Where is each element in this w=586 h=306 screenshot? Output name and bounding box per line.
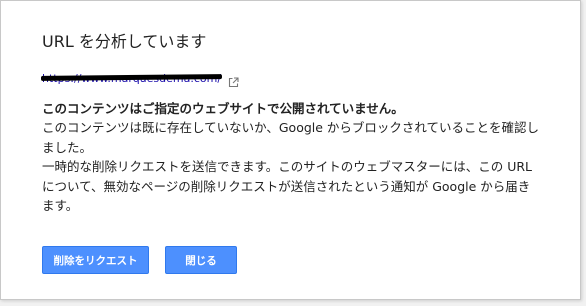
status-heading: このコンテンツはご指定のウェブサイトで公開されていません。 [42, 101, 404, 116]
request-removal-button[interactable]: 削除をリクエスト [42, 246, 149, 274]
status-paragraph-removal: 一時的な削除リクエストを送信できます。このサイトのウェブマスターには、この UR… [42, 159, 533, 214]
analyze-url-dialog: URL を分析しています https://www.marquesdema.com… [0, 0, 581, 300]
dialog-content: このコンテンツはご指定のウェブサイトで公開されていません。 このコンテンツは既に… [42, 99, 542, 215]
dialog-title: URL を分析しています [42, 32, 207, 51]
url-link[interactable]: https://www.marquesdema.com/ [40, 72, 223, 85]
status-paragraph-blocked: このコンテンツは既に存在していないか、Google からブロックされていることを… [42, 120, 540, 155]
close-button[interactable]: 閉じる [165, 246, 237, 274]
external-link-icon[interactable] [228, 73, 239, 87]
url-row: https://www.marquesdema.com/ [40, 69, 239, 87]
